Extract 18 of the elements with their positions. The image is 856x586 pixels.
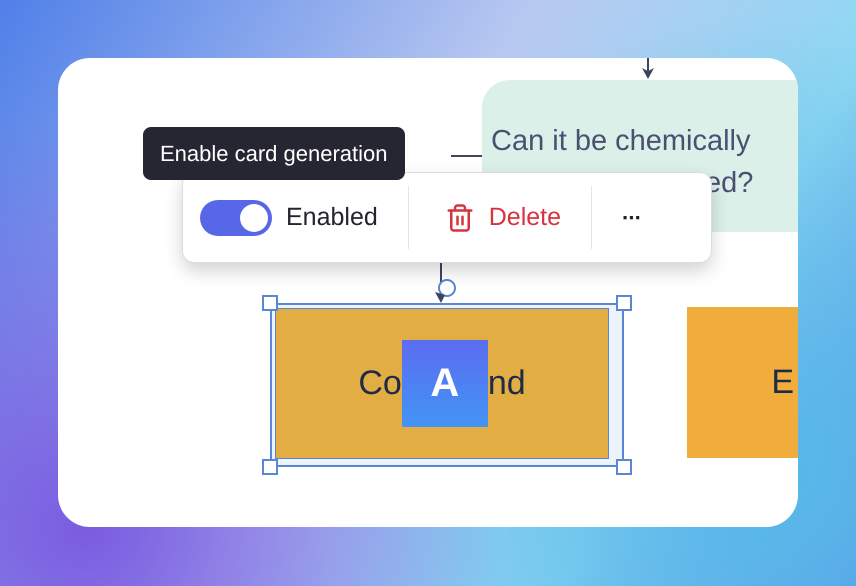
resize-handle[interactable] bbox=[262, 295, 278, 311]
more-button[interactable]: ··· bbox=[592, 204, 641, 230]
tooltip: Enable card generation bbox=[143, 127, 404, 180]
resize-handle[interactable] bbox=[616, 459, 632, 475]
toggle-label: Enabled bbox=[286, 203, 378, 232]
connector-line bbox=[451, 155, 483, 157]
node-label: nd bbox=[488, 364, 526, 403]
resize-handle[interactable] bbox=[616, 295, 632, 311]
process-node[interactable]: E bbox=[687, 307, 798, 458]
arrow-icon bbox=[640, 58, 656, 80]
process-node[interactable]: Co A nd bbox=[275, 308, 609, 459]
trash-icon bbox=[444, 202, 475, 232]
node-label: Co bbox=[358, 364, 402, 403]
node-label: E bbox=[771, 363, 794, 402]
enable-toggle[interactable] bbox=[200, 200, 272, 236]
resize-handle[interactable] bbox=[262, 459, 278, 475]
node-label: Can it be chemically bbox=[491, 124, 752, 159]
letter-badge: A bbox=[402, 340, 488, 427]
